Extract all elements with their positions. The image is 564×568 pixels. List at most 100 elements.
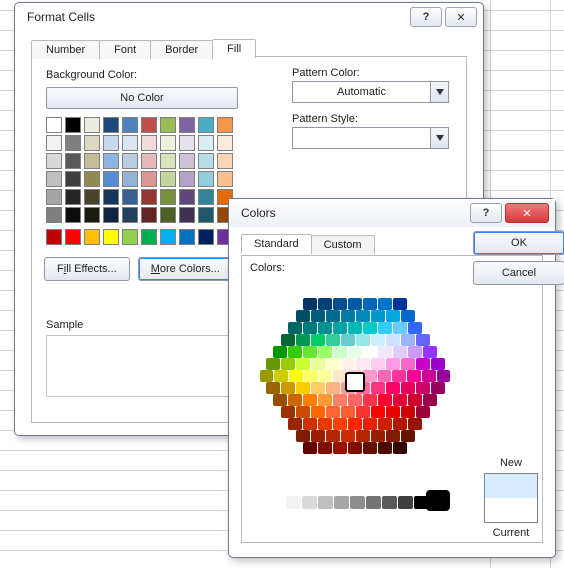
hex-color-cell[interactable]: [326, 430, 340, 442]
hex-color-cell[interactable]: [273, 346, 287, 358]
color-swatch[interactable]: [122, 117, 138, 133]
hex-color-cell[interactable]: [311, 334, 325, 346]
gray-swatch[interactable]: [350, 496, 365, 509]
hex-color-cell[interactable]: [296, 406, 310, 418]
hex-color-cell[interactable]: [288, 418, 302, 430]
hex-color-cell[interactable]: [386, 334, 400, 346]
tab-custom[interactable]: Custom: [311, 235, 375, 254]
color-swatch[interactable]: [84, 117, 100, 133]
hex-color-cell[interactable]: [266, 358, 280, 370]
hex-color-cell[interactable]: [416, 382, 430, 394]
hex-color-cell[interactable]: [408, 394, 422, 406]
fill-effects-button[interactable]: Fill Effects...: [44, 257, 130, 281]
hex-color-cell[interactable]: [311, 310, 325, 322]
gray-swatch[interactable]: [302, 496, 317, 509]
hex-color-cell[interactable]: [393, 418, 407, 430]
color-swatch[interactable]: [84, 189, 100, 205]
hex-color-cell[interactable]: [393, 346, 407, 358]
tab-border[interactable]: Border: [150, 40, 213, 59]
hex-color-cell[interactable]: [326, 334, 340, 346]
hex-color-cell[interactable]: [378, 442, 392, 454]
color-swatch[interactable]: [46, 153, 62, 169]
hex-color-cell[interactable]: [341, 430, 355, 442]
more-colors-button[interactable]: More Colors...: [138, 257, 233, 281]
hex-color-cell[interactable]: [371, 358, 385, 370]
hex-color-cell[interactable]: [333, 418, 347, 430]
color-swatch[interactable]: [65, 171, 81, 187]
color-swatch[interactable]: [65, 207, 81, 223]
hex-color-cell[interactable]: [363, 442, 377, 454]
hex-color-cell[interactable]: [378, 370, 392, 382]
color-swatch[interactable]: [141, 207, 157, 223]
gray-swatch[interactable]: [334, 496, 349, 509]
hex-color-cell[interactable]: [393, 442, 407, 454]
color-swatch[interactable]: [103, 153, 119, 169]
hex-color-cell[interactable]: [274, 370, 288, 382]
hex-color-cell[interactable]: [378, 346, 392, 358]
color-swatch[interactable]: [160, 135, 176, 151]
hex-color-cell[interactable]: [273, 394, 287, 406]
hex-color-cell[interactable]: [333, 322, 347, 334]
color-swatch[interactable]: [103, 135, 119, 151]
color-swatch[interactable]: [179, 171, 195, 187]
hex-color-cell[interactable]: [318, 322, 332, 334]
color-swatch[interactable]: [46, 189, 62, 205]
hex-color-cell[interactable]: [281, 406, 295, 418]
color-swatch[interactable]: [84, 135, 100, 151]
hex-color-cell[interactable]: [303, 394, 317, 406]
hex-color-cell[interactable]: [356, 334, 370, 346]
color-swatch[interactable]: [46, 207, 62, 223]
hex-color-cell[interactable]: [378, 298, 392, 310]
color-swatch[interactable]: [65, 117, 81, 133]
hex-color-cell[interactable]: [341, 406, 355, 418]
cancel-button[interactable]: Cancel: [473, 261, 564, 285]
color-swatch[interactable]: [84, 229, 100, 245]
hex-color-cell[interactable]: [422, 370, 436, 382]
color-swatch[interactable]: [141, 229, 157, 245]
hex-color-cell[interactable]: [393, 298, 407, 310]
color-swatch[interactable]: [217, 171, 233, 187]
hex-color-cell[interactable]: [401, 382, 415, 394]
color-swatch[interactable]: [103, 189, 119, 205]
hex-color-cell[interactable]: [401, 334, 415, 346]
color-swatch[interactable]: [179, 189, 195, 205]
color-swatch[interactable]: [122, 171, 138, 187]
color-swatch[interactable]: [141, 135, 157, 151]
hex-color-cell[interactable]: [296, 310, 310, 322]
color-swatch[interactable]: [198, 135, 214, 151]
hex-color-cell[interactable]: [304, 370, 318, 382]
gray-swatch[interactable]: [318, 496, 333, 509]
hex-color-cell[interactable]: [281, 334, 295, 346]
hex-color-cell[interactable]: [423, 346, 437, 358]
color-swatch[interactable]: [179, 229, 195, 245]
hex-color-cell[interactable]: [348, 418, 362, 430]
color-swatch[interactable]: [198, 117, 214, 133]
hex-color-cell[interactable]: [288, 346, 302, 358]
hex-color-cell[interactable]: [356, 430, 370, 442]
color-swatch[interactable]: [103, 171, 119, 187]
hex-color-cell[interactable]: [333, 394, 347, 406]
hex-color-cell[interactable]: [326, 358, 340, 370]
color-swatch[interactable]: [198, 171, 214, 187]
help-button[interactable]: ?: [410, 7, 442, 27]
color-swatch[interactable]: [198, 207, 214, 223]
color-swatch[interactable]: [179, 117, 195, 133]
color-swatch[interactable]: [84, 171, 100, 187]
pattern-color-dropdown[interactable]: Automatic: [292, 81, 449, 103]
tab-fill[interactable]: Fill: [212, 39, 256, 58]
hex-color-cell[interactable]: [266, 382, 280, 394]
hex-color-cell[interactable]: [386, 382, 400, 394]
pattern-style-dropdown[interactable]: [292, 127, 449, 149]
hex-color-cell[interactable]: [326, 406, 340, 418]
color-swatch[interactable]: [103, 229, 119, 245]
hex-color-cell[interactable]: [333, 442, 347, 454]
hex-color-cell[interactable]: [348, 346, 362, 358]
hex-color-cell[interactable]: [371, 430, 385, 442]
color-swatch[interactable]: [84, 207, 100, 223]
color-swatch[interactable]: [179, 207, 195, 223]
hex-color-cell[interactable]: [318, 442, 332, 454]
color-swatch[interactable]: [217, 135, 233, 151]
hex-color-cell[interactable]: [348, 298, 362, 310]
color-swatch[interactable]: [160, 189, 176, 205]
hex-color-cell[interactable]: [333, 346, 347, 358]
